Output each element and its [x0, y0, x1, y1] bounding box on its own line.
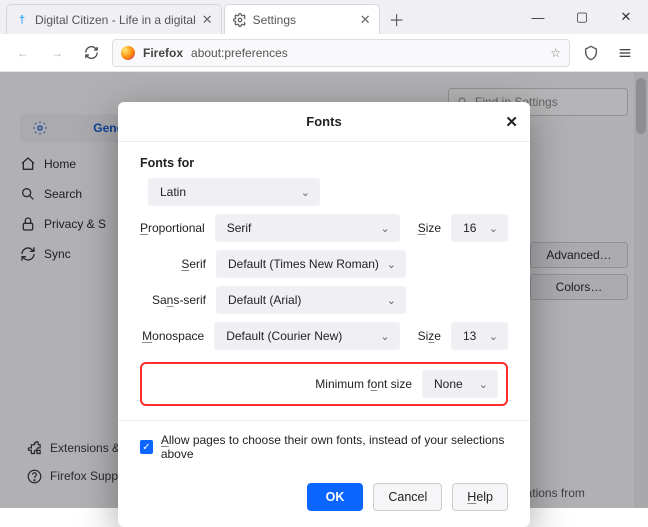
size-label: Size [418, 329, 441, 343]
checkbox-checked-icon[interactable]: ✓ [140, 440, 153, 454]
size-label: Size [418, 221, 441, 235]
select-value: Default (Courier New) [226, 329, 342, 343]
select-value: Default (Arial) [228, 293, 301, 307]
allow-pages-row[interactable]: ✓ Allow pages to choose their own fonts,… [140, 433, 508, 461]
select-value: None [434, 377, 463, 391]
chevron-down-icon: ⌄ [479, 378, 488, 391]
bookmark-star-icon[interactable]: ☆ [550, 46, 561, 60]
cancel-button[interactable]: Cancel [373, 483, 442, 511]
select-value: Serif [227, 221, 252, 235]
close-icon[interactable]: ✕ [202, 12, 213, 28]
maximize-button[interactable]: ▢ [560, 0, 604, 34]
url-bar[interactable]: Firefox about:preferences ☆ [112, 39, 570, 67]
chevron-down-icon: ⌄ [489, 330, 498, 343]
help-button[interactable]: Help [452, 483, 508, 511]
mono-size-select[interactable]: 13 ⌄ [451, 322, 508, 350]
back-button[interactable]: ← [10, 40, 36, 66]
firefox-icon [121, 46, 135, 60]
tab-settings[interactable]: Settings ✕ [224, 4, 380, 34]
tab-bar: † Digital Citizen - Life in a digital ✕ … [0, 0, 648, 34]
urlbar-path: about:preferences [191, 46, 288, 60]
new-tab-button[interactable]: ＋ [382, 4, 412, 34]
gear-icon [233, 13, 247, 27]
mono-select[interactable]: Default (Courier New) ⌄ [214, 322, 399, 350]
tab-label: Digital Citizen - Life in a digital [35, 13, 196, 27]
toolbar: ← → Firefox about:preferences ☆ [0, 34, 648, 72]
serif-select[interactable]: Default (Times New Roman) ⌄ [216, 250, 406, 278]
forward-button[interactable]: → [44, 40, 70, 66]
select-value: Latin [160, 185, 186, 199]
mono-label: Monospace [140, 329, 204, 343]
menu-button[interactable] [612, 40, 638, 66]
minimum-font-label: Minimum font size [315, 377, 412, 391]
shield-icon[interactable] [578, 40, 604, 66]
fonts-for-label: Fonts for [140, 156, 508, 170]
tab-label: Settings [253, 13, 296, 27]
chevron-down-icon: ⌄ [301, 186, 310, 199]
select-value: 13 [463, 329, 476, 343]
tab-digital-citizen[interactable]: † Digital Citizen - Life in a digital ✕ [6, 4, 222, 34]
allow-pages-label: Allow pages to choose their own fonts, i… [161, 433, 508, 461]
dialog-header: Fonts ✕ [118, 102, 530, 142]
chevron-down-icon: ⌄ [387, 258, 396, 271]
chevron-down-icon: ⌄ [380, 330, 389, 343]
divider [118, 420, 530, 421]
tab-favicon: † [15, 13, 29, 27]
chevron-down-icon: ⌄ [381, 222, 390, 235]
sans-select[interactable]: Default (Arial) ⌄ [216, 286, 406, 314]
window-controls: — ▢ ✕ [516, 0, 648, 34]
fonts-for-select[interactable]: Latin ⌄ [148, 178, 320, 206]
chevron-down-icon: ⌄ [387, 294, 396, 307]
fonts-dialog: Fonts ✕ Fonts for Latin ⌄ Proportional S… [118, 102, 530, 527]
reload-button[interactable] [78, 40, 104, 66]
dialog-title: Fonts [306, 114, 341, 129]
serif-label: Serif [140, 257, 206, 271]
proportional-size-select[interactable]: 16 ⌄ [451, 214, 508, 242]
select-value: 16 [463, 221, 476, 235]
urlbar-host: Firefox [143, 46, 183, 60]
minimum-font-select[interactable]: None ⌄ [422, 370, 498, 398]
proportional-select[interactable]: Serif ⌄ [215, 214, 400, 242]
minimum-font-highlight: Minimum font size None ⌄ [140, 362, 508, 406]
close-icon[interactable]: ✕ [505, 113, 518, 131]
close-window-button[interactable]: ✕ [604, 0, 648, 34]
minimize-button[interactable]: — [516, 0, 560, 34]
ok-button[interactable]: OK [307, 483, 364, 511]
dialog-buttons: OK Cancel Help [118, 469, 530, 527]
proportional-label: Proportional [140, 221, 205, 235]
close-icon[interactable]: ✕ [360, 12, 371, 28]
select-value: Default (Times New Roman) [228, 257, 379, 271]
sans-label: Sans-serif [140, 293, 206, 307]
chevron-down-icon: ⌄ [489, 222, 498, 235]
